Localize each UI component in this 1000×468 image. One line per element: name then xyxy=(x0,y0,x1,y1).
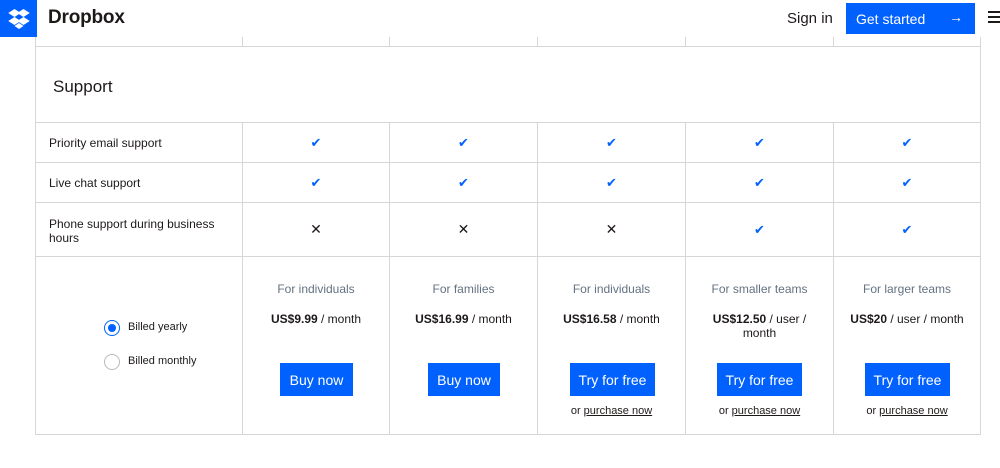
checkmark-icon: ✔ xyxy=(606,134,617,150)
purchase-now-link[interactable]: purchase now xyxy=(879,405,948,417)
feature-cell: ✔ xyxy=(685,123,833,162)
sign-in-link[interactable]: Sign in xyxy=(787,10,833,27)
feature-row: Phone support during business hours ✕ ✕ ✕ ✔… xyxy=(36,202,980,256)
checkmark-icon: ✔ xyxy=(310,134,322,150)
checkmark-icon: ✔ xyxy=(754,221,765,237)
previous-row-stub xyxy=(36,37,980,47)
feature-cell: ✔ xyxy=(537,163,685,202)
billed-yearly-radio[interactable] xyxy=(104,320,120,336)
feature-cell: ✕ xyxy=(242,203,389,256)
cross-icon: ✕ xyxy=(457,221,470,237)
top-nav: Dropbox Sign in Get started → xyxy=(0,0,1000,37)
plan-audience: For larger teams xyxy=(862,282,952,296)
billed-monthly-label: Billed monthly xyxy=(128,355,197,367)
dropbox-logo-icon xyxy=(7,8,30,29)
checkmark-icon: ✔ xyxy=(606,174,617,190)
buy-now-button[interactable]: Buy now xyxy=(280,363,353,396)
plan-audience: For smaller teams xyxy=(711,282,808,296)
try-for-free-button[interactable]: Try for free xyxy=(570,363,655,396)
try-for-free-button[interactable]: Try for free xyxy=(717,363,802,396)
checkmark-icon: ✔ xyxy=(310,174,322,190)
plan-column: For individuals US$16.58 / month Try for… xyxy=(537,257,685,435)
feature-cell: ✔ xyxy=(537,123,685,162)
plan-price: US$16.99 / month xyxy=(390,312,537,326)
section-title: Support xyxy=(53,77,113,96)
feature-cell: ✔ xyxy=(833,123,980,162)
billed-yearly-label: Billed yearly xyxy=(128,321,188,333)
hamburger-menu-icon[interactable] xyxy=(988,11,1000,25)
checkmark-icon: ✔ xyxy=(754,134,765,150)
feature-cell: ✔ xyxy=(833,163,980,202)
plan-audience: For individuals xyxy=(572,282,651,296)
checkmark-icon: ✔ xyxy=(754,174,765,190)
cross-icon: ✕ xyxy=(310,221,322,237)
feature-cell: ✕ xyxy=(389,203,537,256)
arrow-right-icon: → xyxy=(949,9,963,25)
purchase-now-link[interactable]: purchase now xyxy=(584,405,653,417)
feature-cell: ✔ xyxy=(389,163,537,202)
try-for-free-button[interactable]: Try for free xyxy=(865,363,950,396)
price-unit: / month xyxy=(317,312,362,326)
price-amount: US$9.99 xyxy=(270,312,318,326)
feature-cell: ✔ xyxy=(685,203,833,256)
feature-cell: ✔ xyxy=(242,123,389,162)
plan-comparison-table: Support Priority email support ✔ ✔ ✔ ✔ ✔ Liv… xyxy=(35,37,981,435)
feature-row: Priority email support ✔ ✔ ✔ ✔ ✔ xyxy=(36,122,980,162)
checkmark-icon: ✔ xyxy=(901,134,913,150)
purchase-now-link[interactable]: purchase now xyxy=(732,405,801,417)
feature-label: Live chat support xyxy=(49,176,141,190)
price-unit: / month xyxy=(616,312,660,326)
cross-icon: ✕ xyxy=(605,221,618,237)
checkmark-icon: ✔ xyxy=(901,221,913,237)
feature-row: Live chat support ✔ ✔ ✔ ✔ ✔ xyxy=(36,162,980,202)
plan-price: US$16.58 / month xyxy=(538,312,685,326)
plan-column: For larger teams US$20 / user / month Tr… xyxy=(833,257,980,435)
plan-column: For individuals US$9.99 / month Buy now xyxy=(242,257,389,435)
plan-price: US$20 / user / month xyxy=(834,312,980,326)
price-amount: US$16.58 xyxy=(563,312,617,326)
billed-monthly-radio[interactable] xyxy=(104,354,120,370)
price-unit: / month xyxy=(468,312,512,326)
purchase-now-text: or purchase now xyxy=(866,405,948,417)
buy-now-button[interactable]: Buy now xyxy=(428,363,500,396)
get-started-button[interactable]: Get started → xyxy=(846,3,975,34)
get-started-label: Get started xyxy=(856,10,926,27)
feature-cell: ✕ xyxy=(537,203,685,256)
feature-cell: ✔ xyxy=(833,203,980,256)
price-amount: US$20 xyxy=(850,312,887,326)
checkmark-icon: ✔ xyxy=(458,174,469,190)
feature-label: Priority email support xyxy=(49,136,162,150)
checkmark-icon: ✔ xyxy=(458,134,469,150)
brand-name[interactable]: Dropbox xyxy=(48,7,125,29)
plan-price: US$12.50 / user / month xyxy=(686,312,833,340)
plan-price: US$9.99 / month xyxy=(243,312,389,326)
purchase-now-text: or purchase now xyxy=(570,405,653,417)
feature-cell: ✔ xyxy=(389,123,537,162)
feature-cell: ✔ xyxy=(685,163,833,202)
plan-audience: For individuals xyxy=(277,282,355,296)
dropbox-logo[interactable] xyxy=(0,0,37,37)
plan-column: For smaller teams US$12.50 / user / mont… xyxy=(685,257,833,435)
feature-label: Phone support during business hours xyxy=(49,217,215,245)
plan-audience: For families xyxy=(432,282,495,296)
purchase-now-text: or purchase now xyxy=(718,405,801,417)
price-unit: / user / month xyxy=(887,312,964,326)
price-amount: US$16.99 xyxy=(415,312,469,326)
checkmark-icon: ✔ xyxy=(901,174,913,190)
plan-purchase-row: Billed yearly Billed monthly For individ… xyxy=(36,256,980,435)
plan-column: For families US$16.99 / month Buy now xyxy=(389,257,537,435)
feature-cell: ✔ xyxy=(242,163,389,202)
price-amount: US$12.50 xyxy=(712,312,767,326)
